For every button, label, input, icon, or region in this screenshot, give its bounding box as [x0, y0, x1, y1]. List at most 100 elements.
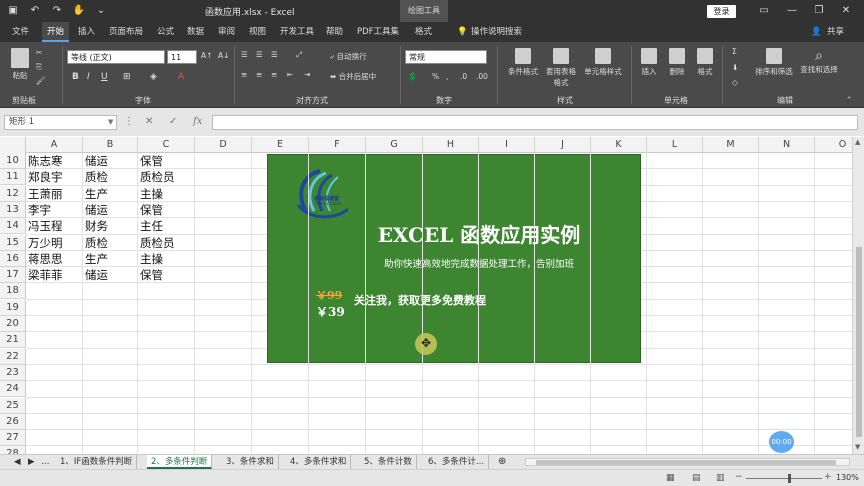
format-as-table-button[interactable]: 套用表格格式 [544, 48, 578, 88]
ribbon-display-icon[interactable]: ▭ [756, 3, 772, 19]
customize-qat-icon[interactable]: ⌄ [94, 4, 108, 18]
align-left-icon[interactable]: ≡ [241, 70, 247, 79]
zoom-slider[interactable] [746, 478, 822, 479]
page-break-view-icon[interactable]: ▥ [716, 473, 725, 483]
decrease-decimal-icon[interactable]: .00 [476, 72, 488, 81]
tab-formulas[interactable]: 公式 [152, 22, 179, 42]
sheet-tab[interactable]: 6、多条件计... [424, 455, 490, 469]
vertical-scroll-thumb[interactable] [856, 247, 862, 437]
cell-name[interactable]: 陈志寒 [26, 153, 63, 169]
cell-position[interactable]: 保管 [138, 202, 163, 218]
increase-indent-icon[interactable]: ⇥ [304, 70, 310, 79]
name-box[interactable]: 矩形 1 [4, 115, 117, 130]
cell-name[interactable]: 郑良宇 [26, 169, 63, 185]
zoom-level[interactable]: 130% [836, 473, 859, 482]
column-header-g[interactable]: G [366, 137, 423, 153]
comma-style-icon[interactable]: , [446, 72, 448, 81]
zoom-slider-thumb[interactable] [788, 474, 791, 483]
cell-department[interactable]: 财务 [83, 218, 108, 234]
cell-position[interactable]: 主操 [138, 251, 163, 267]
cell-name[interactable]: 王萧丽 [26, 186, 63, 202]
more-sheets-icon[interactable]: … [37, 455, 54, 469]
percent-icon[interactable]: % [432, 72, 439, 81]
column-header-o[interactable]: O [815, 137, 852, 153]
cell-department[interactable]: 质检 [83, 169, 108, 185]
delete-cells-button[interactable]: 删除 [666, 48, 688, 77]
recording-timer[interactable]: 00:00 [769, 431, 794, 453]
cancel-entry-icon[interactable]: ✕ [145, 116, 153, 127]
row-header-27[interactable]: 27 [0, 430, 26, 447]
cell-department[interactable]: 储运 [83, 267, 108, 283]
collapse-ribbon-icon[interactable]: ⌃ [846, 95, 852, 104]
save-icon[interactable]: ▣ [6, 4, 20, 18]
row-header-26[interactable]: 26 [0, 413, 26, 430]
banner-image[interactable]: 会会溜课堂 Micro Class EXCEL 函数应用实例 助你快速高效地完成… [267, 154, 641, 363]
decrease-indent-icon[interactable]: ⇤ [287, 70, 293, 79]
paste-button[interactable]: 粘贴 [8, 48, 32, 81]
column-header-l[interactable]: L [647, 137, 703, 153]
align-bottom-icon[interactable]: ☰ [271, 50, 278, 59]
cell-position[interactable]: 主任 [138, 218, 163, 234]
name-box-dropdown-icon[interactable]: ▼ [108, 118, 113, 126]
sheet-tab-active[interactable]: 2、多条件判断 [147, 455, 213, 469]
cell-position[interactable]: 质检员 [138, 235, 175, 251]
underline-button[interactable]: U [101, 72, 108, 82]
share-button[interactable]: 共享 [822, 22, 849, 42]
select-all-corner[interactable] [0, 137, 26, 153]
conditional-format-button[interactable]: 条件格式 [504, 48, 542, 77]
increase-font-icon[interactable]: A↑ [201, 51, 212, 60]
align-right-icon[interactable]: ≡ [271, 70, 277, 79]
sheet-tab[interactable]: 3、条件求和 [222, 455, 279, 469]
bold-button[interactable]: B [72, 72, 79, 82]
tab-pdf-tools[interactable]: PDF工具集 [352, 22, 404, 42]
cell-name[interactable]: 梁菲菲 [26, 267, 63, 283]
column-header-a[interactable]: A [26, 137, 83, 153]
tab-data[interactable]: 数据 [182, 22, 209, 42]
column-header-b[interactable]: B [83, 137, 138, 153]
row-header-10[interactable]: 10 [0, 153, 26, 169]
fill-color-icon[interactable]: ◈ [150, 72, 157, 82]
format-cells-button[interactable]: 格式 [694, 48, 716, 77]
sort-filter-button[interactable]: 排序和筛选 [752, 48, 796, 77]
fill-icon[interactable]: ⬇ [732, 63, 738, 72]
row-header-21[interactable]: 21 [0, 332, 26, 349]
tab-insert[interactable]: 插入 [73, 22, 100, 42]
cell-styles-button[interactable]: 单元格样式 [581, 48, 625, 77]
cell-department[interactable]: 储运 [83, 202, 108, 218]
tab-home[interactable]: 开始 [42, 22, 70, 42]
align-top-icon[interactable]: ☰ [241, 50, 248, 59]
format-painter-icon[interactable]: 🖌 [36, 76, 46, 85]
sheet-tab[interactable]: 1、IF函数条件判断 [56, 455, 138, 469]
row-header-16[interactable]: 16 [0, 250, 26, 267]
row-header-17[interactable]: 17 [0, 267, 26, 284]
column-header-h[interactable]: H [423, 137, 479, 153]
number-format-select[interactable]: 常规 [405, 50, 487, 64]
redo-icon[interactable]: ↷ [50, 4, 64, 18]
copy-icon[interactable]: ⎘ [36, 62, 42, 72]
wrap-text-button[interactable]: ⤶ 自动换行 [330, 51, 367, 62]
cell-department[interactable]: 生产 [83, 251, 108, 267]
tell-me-search[interactable]: 操作说明搜索 [466, 22, 527, 42]
cut-icon[interactable]: ✂ [36, 48, 42, 57]
row-header-22[interactable]: 22 [0, 348, 26, 365]
italic-button[interactable]: I [87, 72, 90, 82]
undo-icon[interactable]: ↶ [28, 4, 42, 18]
row-header-25[interactable]: 25 [0, 397, 26, 414]
column-header-j[interactable]: J [535, 137, 591, 153]
borders-icon[interactable]: ⊞ [123, 72, 131, 82]
orientation-icon[interactable]: ⤢ [296, 50, 302, 60]
cell-name[interactable]: 万少明 [26, 235, 63, 251]
touch-mode-icon[interactable]: ✋ [72, 4, 86, 18]
row-header-19[interactable]: 19 [0, 299, 26, 316]
insert-function-icon[interactable]: fx [193, 116, 202, 127]
scroll-up-icon[interactable]: ▲ [855, 138, 860, 146]
horizontal-scroll-thumb[interactable] [536, 460, 836, 465]
normal-view-icon[interactable]: ▦ [666, 473, 675, 483]
row-header-20[interactable]: 20 [0, 316, 26, 332]
row-header-24[interactable]: 24 [0, 381, 26, 398]
row-header-11[interactable]: 11 [0, 169, 26, 186]
row-header-14[interactable]: 14 [0, 218, 26, 235]
row-header-18[interactable]: 18 [0, 283, 26, 300]
confirm-entry-icon[interactable]: ✓ [169, 116, 177, 127]
restore-icon[interactable]: ❐ [811, 3, 827, 19]
